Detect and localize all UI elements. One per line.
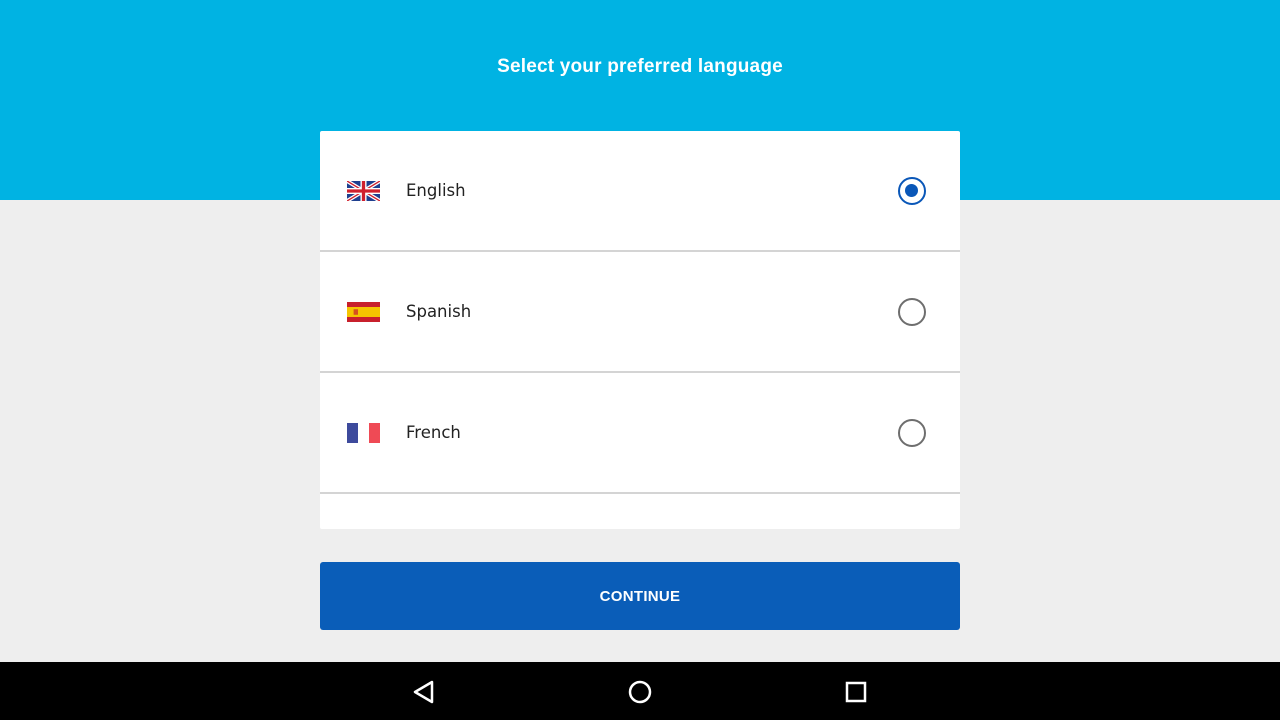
back-triangle-icon[interactable]	[410, 678, 438, 706]
language-selection-screen: Select your preferred language English S…	[0, 0, 1280, 720]
radio-spanish[interactable]	[898, 298, 926, 326]
language-option-french[interactable]: French	[320, 373, 960, 494]
home-circle-icon[interactable]	[626, 678, 654, 706]
language-label-french: French	[406, 423, 461, 442]
radio-french[interactable]	[898, 419, 926, 447]
continue-button[interactable]: CONTINUE	[320, 562, 960, 630]
radio-english-selected[interactable]	[898, 177, 926, 205]
language-list: English Spanish French	[320, 131, 960, 529]
language-label-english: English	[406, 181, 466, 200]
language-option-spanish[interactable]: Spanish	[320, 252, 960, 373]
page-title: Select your preferred language	[497, 56, 783, 77]
france-flag-icon	[347, 423, 380, 443]
android-nav-bar	[0, 662, 1280, 720]
language-label-spanish: Spanish	[406, 302, 472, 321]
recents-square-icon[interactable]	[842, 678, 870, 706]
uk-flag-icon	[347, 181, 380, 201]
spain-flag-icon	[347, 302, 380, 322]
language-option-english[interactable]: English	[320, 131, 960, 252]
